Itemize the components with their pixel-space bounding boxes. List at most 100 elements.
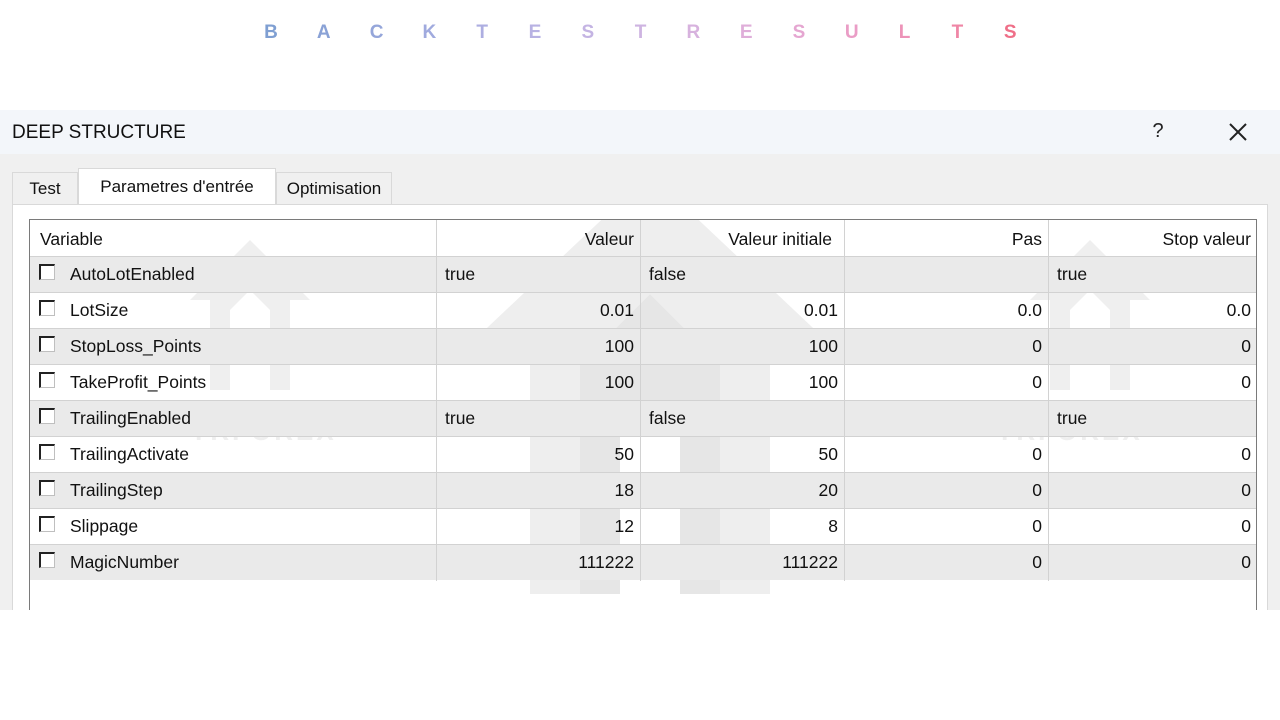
banner-letter: S <box>792 22 806 43</box>
variable-cell: AutoLotEnabled <box>30 257 437 293</box>
valeur-cell[interactable]: 100 <box>437 365 641 401</box>
row-checkbox[interactable] <box>39 336 55 352</box>
close-icon <box>1229 123 1247 141</box>
variable-cell: StopLoss_Points <box>30 329 437 365</box>
tab-panel: YRFOREX YRFOREX Variable Valeur Valeur i… <box>12 204 1268 610</box>
row-checkbox[interactable] <box>39 480 55 496</box>
pas-cell[interactable]: 0 <box>845 509 1049 545</box>
row-checkbox[interactable] <box>39 300 55 316</box>
table-row[interactable]: LotSize 0.01 0.01 0.0 0.0 <box>30 292 1256 329</box>
pas-cell[interactable] <box>845 401 1049 437</box>
stop-cell[interactable]: 0 <box>1049 473 1256 509</box>
dialog-body: Test Parametres d'entrée Optimisation YR… <box>0 154 1280 610</box>
help-button[interactable]: ? <box>1148 120 1168 143</box>
initiale-cell[interactable]: 50 <box>641 437 845 473</box>
banner-letter: C <box>369 22 384 43</box>
valeur-cell[interactable]: 12 <box>437 509 641 545</box>
valeur-cell[interactable]: true <box>437 401 641 437</box>
table-row[interactable]: StopLoss_Points 100 100 0 0 <box>30 328 1256 365</box>
pas-cell[interactable]: 0 <box>845 545 1049 581</box>
banner-letter: A <box>316 22 331 43</box>
row-checkbox[interactable] <box>39 372 55 388</box>
variable-cell: TrailingStep <box>30 473 437 509</box>
variable-cell: LotSize <box>30 293 437 329</box>
tab-test[interactable]: Test <box>12 172 78 204</box>
stop-cell[interactable]: 0 <box>1049 437 1256 473</box>
banner-letter: R <box>686 22 701 43</box>
stop-cell[interactable]: true <box>1049 401 1256 437</box>
banner-title: BACKTESTRESULTS <box>0 18 1280 52</box>
tab-optimisation[interactable]: Optimisation <box>276 172 392 204</box>
banner-letter: T <box>634 22 647 43</box>
banner-letter: U <box>844 22 859 43</box>
initiale-cell[interactable]: 8 <box>641 509 845 545</box>
stop-cell[interactable]: 0 <box>1049 545 1256 581</box>
stop-cell[interactable]: true <box>1049 257 1256 293</box>
table-row[interactable]: AutoLotEnabled true false true <box>30 256 1256 293</box>
header-pas[interactable]: Pas <box>845 220 1049 256</box>
valeur-cell[interactable]: 111222 <box>437 545 641 581</box>
banner-letter: E <box>528 22 542 43</box>
tab-bar: Test Parametres d'entrée Optimisation <box>12 168 1268 204</box>
dialog-window: DEEP STRUCTURE ? Test Parametres d'entré… <box>0 110 1280 610</box>
header-variable[interactable]: Variable <box>30 220 437 256</box>
initiale-cell[interactable]: 20 <box>641 473 845 509</box>
initiale-cell[interactable]: 100 <box>641 329 845 365</box>
table-row[interactable]: TrailingEnabled true false true <box>30 400 1256 437</box>
table-row[interactable]: Slippage 12 8 0 0 <box>30 508 1256 545</box>
header-valeur-initiale[interactable]: Valeur initiale <box>641 220 845 256</box>
row-checkbox[interactable] <box>39 444 55 460</box>
banner-letter: B <box>264 22 278 43</box>
table-row[interactable]: MagicNumber 111222 111222 0 0 <box>30 544 1256 581</box>
pas-cell[interactable] <box>845 257 1049 293</box>
table-row[interactable]: TrailingActivate 50 50 0 0 <box>30 436 1256 473</box>
valeur-cell[interactable]: 100 <box>437 329 641 365</box>
banner-letter: E <box>739 22 753 43</box>
variable-name: TrailingStep <box>70 480 163 500</box>
variable-name: MagicNumber <box>70 552 179 572</box>
valeur-cell[interactable]: 50 <box>437 437 641 473</box>
row-checkbox[interactable] <box>39 408 55 424</box>
initiale-cell[interactable]: 0.01 <box>641 293 845 329</box>
stop-cell[interactable]: 0.0 <box>1049 293 1256 329</box>
initiale-cell[interactable]: 111222 <box>641 545 845 581</box>
valeur-cell[interactable]: 0.01 <box>437 293 641 329</box>
variable-name: TrailingActivate <box>70 444 189 464</box>
parameters-grid[interactable]: YRFOREX YRFOREX Variable Valeur Valeur i… <box>29 219 1257 610</box>
header-stop-valeur[interactable]: Stop valeur <box>1049 220 1256 256</box>
close-button[interactable] <box>1222 116 1254 148</box>
stop-cell[interactable]: 0 <box>1049 365 1256 401</box>
variable-name: StopLoss_Points <box>70 336 202 356</box>
variable-name: TrailingEnabled <box>70 408 191 428</box>
row-checkbox[interactable] <box>39 264 55 280</box>
variable-name: LotSize <box>70 300 129 320</box>
banner-letter: S <box>1003 22 1017 43</box>
variable-cell: TrailingActivate <box>30 437 437 473</box>
banner-letter: K <box>422 22 437 43</box>
banner-letter: T <box>951 22 964 43</box>
header-valeur[interactable]: Valeur <box>437 220 641 256</box>
page-bottom-area <box>0 610 1280 720</box>
initiale-cell[interactable]: false <box>641 257 845 293</box>
pas-cell[interactable]: 0 <box>845 473 1049 509</box>
valeur-cell[interactable]: true <box>437 257 641 293</box>
stop-cell[interactable]: 0 <box>1049 329 1256 365</box>
pas-cell[interactable]: 0.0 <box>845 293 1049 329</box>
valeur-cell[interactable]: 18 <box>437 473 641 509</box>
table-row[interactable]: TrailingStep 18 20 0 0 <box>30 472 1256 509</box>
pas-cell[interactable]: 0 <box>845 329 1049 365</box>
table-row[interactable]: TakeProfit_Points 100 100 0 0 <box>30 364 1256 401</box>
banner-letter: S <box>581 22 595 43</box>
variable-cell: Slippage <box>30 509 437 545</box>
title-bar: DEEP STRUCTURE ? <box>0 110 1280 154</box>
pas-cell[interactable]: 0 <box>845 365 1049 401</box>
initiale-cell[interactable]: 100 <box>641 365 845 401</box>
pas-cell[interactable]: 0 <box>845 437 1049 473</box>
stop-cell[interactable]: 0 <box>1049 509 1256 545</box>
tab-parametres-entree[interactable]: Parametres d'entrée <box>78 168 276 204</box>
variable-cell: TrailingEnabled <box>30 401 437 437</box>
row-checkbox[interactable] <box>39 552 55 568</box>
initiale-cell[interactable]: false <box>641 401 845 437</box>
row-checkbox[interactable] <box>39 516 55 532</box>
variable-cell: MagicNumber <box>30 545 437 581</box>
